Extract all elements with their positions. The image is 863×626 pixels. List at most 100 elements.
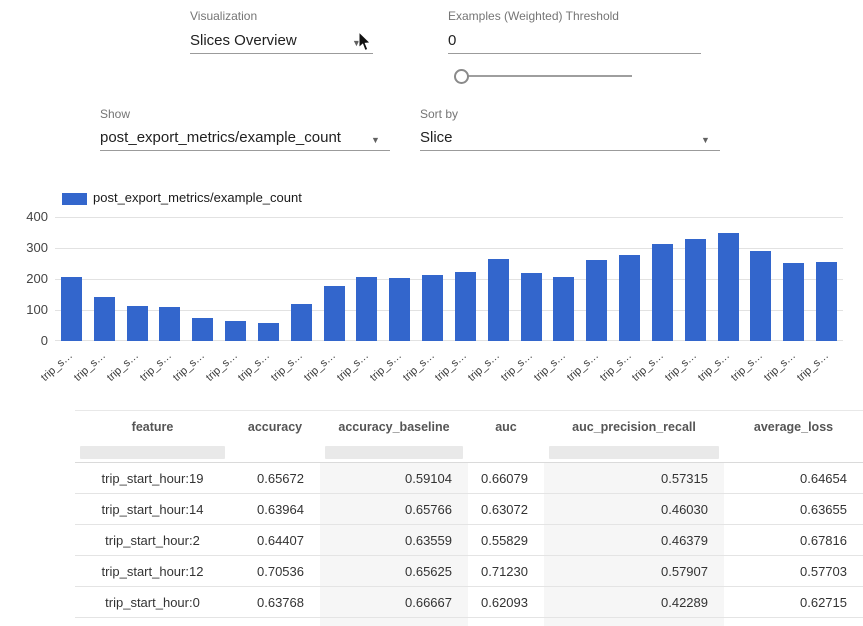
bar[interactable] (94, 297, 115, 341)
bar[interactable] (422, 275, 443, 341)
y-axis-tick-label: 100 (12, 302, 48, 317)
metric-cell: 0.63768 (230, 587, 320, 618)
column-header[interactable]: auc (468, 411, 544, 444)
y-axis-tick-label: 200 (12, 271, 48, 286)
threshold-slider-thumb[interactable] (454, 69, 469, 84)
bar[interactable] (553, 277, 574, 341)
metric-cell: 0.63559 (320, 525, 468, 556)
column-header[interactable]: accuracy_baseline (320, 411, 468, 444)
metric-cell: 0.64844 (320, 618, 468, 626)
metric-cell: 0.65766 (320, 494, 468, 525)
sort-by-underline (420, 150, 720, 151)
metric-cell: 0.65142 (724, 618, 863, 626)
sort-by-label: Sort by (420, 107, 458, 121)
filter-input[interactable] (549, 446, 719, 459)
feature-cell: trip_start_hour:2 (75, 525, 230, 556)
feature-cell: trip_start_hour:14 (75, 494, 230, 525)
bar[interactable] (225, 321, 246, 341)
filter-cell (468, 443, 544, 463)
y-axis-tick-label: 300 (12, 240, 48, 255)
sort-by-dropdown[interactable]: Slice (420, 129, 453, 146)
feature-cell: trip_start_hour:19 (75, 463, 230, 494)
filter-cell (75, 443, 230, 463)
metric-cell: 0.55829 (468, 525, 544, 556)
metric-cell: 0.71230 (468, 556, 544, 587)
bar[interactable] (389, 278, 410, 341)
metric-cell: 0.67816 (724, 525, 863, 556)
bar-plot (55, 217, 843, 341)
bar[interactable] (127, 306, 148, 341)
metric-cell: 0.63964 (230, 494, 320, 525)
y-axis-tick-label: 400 (12, 209, 48, 224)
filter-input[interactable] (80, 446, 225, 459)
column-header[interactable]: auc_precision_recall (544, 411, 724, 444)
metric-cell: 0.70536 (230, 556, 320, 587)
feature-cell: trip_start_hour:23 (75, 618, 230, 626)
threshold-input[interactable]: 0 (448, 32, 456, 49)
metric-cell: 0.66667 (320, 587, 468, 618)
column-header[interactable]: average_loss (724, 411, 863, 444)
bar[interactable] (356, 277, 377, 341)
table-row[interactable]: trip_start_hour:140.639640.657660.63072 0… (75, 494, 863, 525)
y-axis-tick-label: 0 (12, 333, 48, 348)
bar[interactable] (619, 255, 640, 341)
filter-cell (724, 443, 863, 463)
bar[interactable] (61, 277, 82, 341)
metric-cell: 0.66016 (230, 618, 320, 626)
metric-cell: 0.63655 (724, 494, 863, 525)
gridline (55, 217, 843, 218)
metric-cell: 0.46379 (544, 525, 724, 556)
metric-cell: 0.65625 (320, 556, 468, 587)
metric-cell: 0.63072 (468, 494, 544, 525)
bar[interactable] (685, 239, 706, 341)
visualization-dropdown[interactable]: Slices Overview (190, 32, 297, 49)
show-label: Show (100, 107, 130, 121)
bar[interactable] (816, 262, 837, 341)
table-row[interactable]: trip_start_hour:00.637680.666670.620930.… (75, 587, 863, 618)
bar[interactable] (718, 233, 739, 342)
bar[interactable] (258, 323, 279, 341)
metric-cell: 0.57315 (544, 463, 724, 494)
bar[interactable] (586, 260, 607, 341)
feature-cell: trip_start_hour:12 (75, 556, 230, 587)
table-row[interactable]: trip_start_hour:120.705360.656250.712300… (75, 556, 863, 587)
metric-cell: 0.66079 (468, 463, 544, 494)
visualization-label: Visualization (190, 9, 257, 23)
table-row[interactable]: trip_start_hour:230.660160.648440.583370… (75, 618, 863, 626)
metric-cell: 0.64407 (230, 525, 320, 556)
threshold-slider-track[interactable] (460, 75, 632, 77)
metric-cell: 0.57907 (544, 556, 724, 587)
table-row[interactable]: trip_start_hour:190.656720.591040.660790… (75, 463, 863, 494)
bar[interactable] (455, 272, 476, 341)
column-header[interactable]: accuracy (230, 411, 320, 444)
bar[interactable] (783, 263, 804, 341)
column-header[interactable]: feature (75, 411, 230, 444)
sort-by-dropdown-arrow-icon[interactable]: ▼ (701, 135, 710, 145)
bar[interactable] (291, 304, 312, 341)
table-row[interactable]: trip_start_hour:20.644070.635590.558290.… (75, 525, 863, 556)
header-row: featureaccuracyaccuracy_baselineaucauc_p… (75, 411, 863, 444)
table-head: featureaccuracyaccuracy_baselineaucauc_p… (75, 411, 863, 444)
bar[interactable] (488, 259, 509, 341)
metrics-table: featureaccuracyaccuracy_baselineaucauc_p… (75, 410, 863, 626)
bar[interactable] (192, 318, 213, 341)
metric-cell: 0.44173 (544, 618, 724, 626)
visualization-dropdown-arrow-icon[interactable]: ▼ (352, 38, 361, 48)
bar[interactable] (652, 244, 673, 341)
threshold-underline (448, 53, 701, 54)
bar[interactable] (521, 273, 542, 341)
filter-row (75, 443, 863, 463)
bar[interactable] (324, 286, 345, 341)
metric-cell: 0.64654 (724, 463, 863, 494)
metric-cell: 0.58337 (468, 618, 544, 626)
bar[interactable] (159, 307, 180, 341)
metric-cell: 0.62093 (468, 587, 544, 618)
metric-cell: 0.42289 (544, 587, 724, 618)
show-dropdown-arrow-icon[interactable]: ▼ (371, 135, 380, 145)
filter-cell (230, 443, 320, 463)
legend-label: post_export_metrics/example_count (93, 190, 302, 205)
filter-input[interactable] (325, 446, 463, 459)
bar[interactable] (750, 251, 771, 341)
show-dropdown[interactable]: post_export_metrics/example_count (100, 129, 341, 146)
visualization-underline (190, 53, 373, 54)
